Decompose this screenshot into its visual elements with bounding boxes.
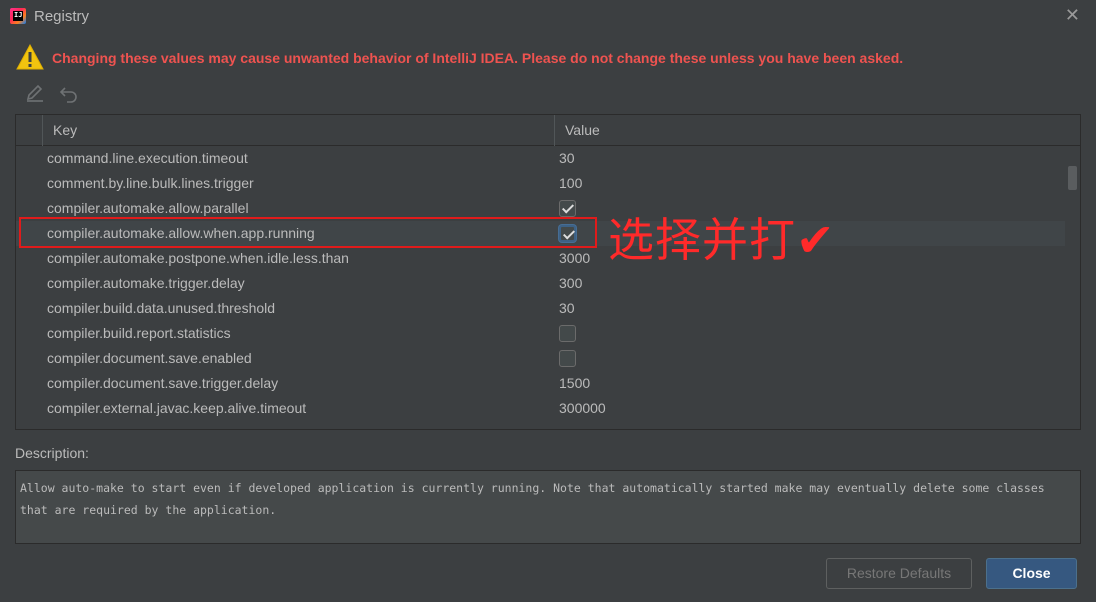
window-close-icon[interactable]: ✕ (1065, 5, 1080, 26)
window-title: Registry (34, 8, 90, 25)
table-row[interactable]: compiler.build.data.unused.threshold 30 (16, 296, 1066, 321)
row-key: compiler.build.report.statistics (47, 325, 231, 341)
warning-banner: Changing these values may cause unwanted… (16, 44, 1076, 70)
registry-table: Key Value command.line.execution.timeout… (15, 114, 1081, 430)
table-row[interactable]: compiler.document.save.enabled (16, 346, 1066, 371)
column-header-key[interactable]: Key (43, 115, 555, 146)
row-value[interactable]: 3000 (559, 250, 590, 266)
row-key: compiler.automake.trigger.delay (47, 275, 245, 291)
table-row[interactable]: compiler.document.save.trigger.delay 1500 (16, 371, 1066, 396)
row-value[interactable]: 30 (559, 150, 575, 166)
row-value-checkbox[interactable] (559, 325, 576, 342)
table-header: Key Value (16, 115, 1080, 146)
row-key: compiler.external.javac.keep.alive.timeo… (47, 400, 307, 416)
row-key: compiler.document.save.enabled (47, 350, 252, 366)
row-key: compiler.build.data.unused.threshold (47, 300, 276, 316)
table-row[interactable]: compiler.external.javac.keep.alive.timeo… (16, 396, 1066, 421)
row-value[interactable]: 1500 (559, 375, 590, 391)
row-key: compiler.automake.allow.parallel (47, 200, 249, 216)
row-key: command.line.execution.timeout (47, 150, 248, 166)
warning-text: Changing these values may cause unwanted… (52, 50, 904, 66)
table-scrollbar[interactable] (1065, 146, 1080, 429)
annotation-highlight-box (19, 217, 597, 248)
row-value[interactable]: 300000 (559, 400, 606, 416)
row-value[interactable]: 30 (559, 300, 575, 316)
row-value-checkbox[interactable] (559, 200, 576, 217)
row-key: compiler.automake.postpone.when.idle.les… (47, 250, 349, 266)
description-label: Description: (15, 445, 89, 461)
table-row[interactable]: compiler.build.report.statistics (16, 321, 1066, 346)
undo-icon[interactable] (58, 82, 80, 104)
row-value[interactable]: 100 (559, 175, 582, 191)
table-row[interactable]: compiler.automake.trigger.delay 300 (16, 271, 1066, 296)
column-header-value[interactable]: Value (555, 115, 1065, 146)
row-value-checkbox[interactable] (559, 350, 576, 367)
table-body: command.line.execution.timeout 30 comment.… (16, 146, 1066, 421)
row-key: comment.by.line.bulk.lines.trigger (47, 175, 254, 191)
close-button[interactable]: Close (986, 558, 1077, 589)
header-gutter (16, 115, 43, 146)
table-row[interactable]: comment.by.line.bulk.lines.trigger 100 (16, 171, 1066, 196)
edit-pencil-icon[interactable] (24, 82, 46, 104)
description-text: Allow auto-make to start even if develop… (20, 481, 1045, 517)
title-bar: IJ Registry ✕ (0, 0, 1096, 34)
table-row[interactable]: compiler.automake.postpone.when.idle.les… (16, 246, 1066, 271)
annotation-text: 选择并打✔ (608, 213, 836, 267)
row-key: compiler.document.save.trigger.delay (47, 375, 279, 391)
warning-triangle-icon (16, 44, 44, 70)
row-value[interactable]: 300 (559, 275, 582, 291)
intellij-app-icon: IJ (10, 8, 26, 24)
description-box: Allow auto-make to start even if develop… (15, 470, 1081, 544)
restore-defaults-button[interactable]: Restore Defaults (826, 558, 972, 589)
scrollbar-thumb[interactable] (1068, 166, 1077, 190)
table-row[interactable]: command.line.execution.timeout 30 (16, 146, 1066, 171)
